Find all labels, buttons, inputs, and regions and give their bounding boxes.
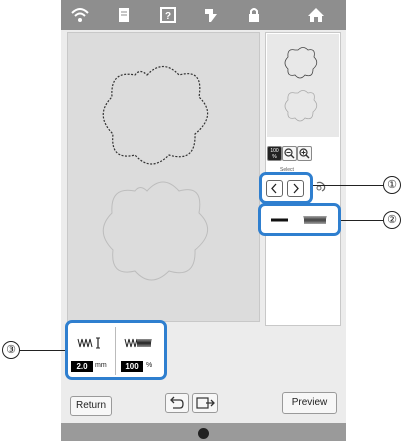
save-to-memory-button[interactable] bbox=[192, 393, 218, 413]
stitch-density-value[interactable]: 100 bbox=[121, 361, 143, 372]
thread-icon[interactable] bbox=[200, 5, 222, 25]
callout-1: ① bbox=[383, 176, 401, 194]
flower-outline-faded bbox=[102, 181, 208, 281]
stitch-width-value[interactable]: 2.0 bbox=[71, 361, 93, 372]
previous-button[interactable] bbox=[266, 180, 283, 197]
status-bar: ? bbox=[61, 0, 346, 30]
thumbnail-preview[interactable] bbox=[267, 34, 339, 137]
line-type-options bbox=[265, 210, 333, 229]
document-icon[interactable] bbox=[113, 5, 135, 25]
chevron-right-icon bbox=[293, 183, 299, 194]
home-indicator-icon[interactable] bbox=[198, 428, 209, 439]
select-navigation-panel bbox=[259, 172, 313, 204]
callout-3-leader bbox=[20, 350, 65, 351]
lock-icon[interactable] bbox=[243, 5, 265, 25]
chevron-left-icon bbox=[271, 183, 277, 194]
callout-3: ③ bbox=[2, 341, 20, 359]
stitch-settings-panel: 2.0 mm 100 % bbox=[65, 320, 167, 380]
preview-button[interactable]: Preview bbox=[282, 392, 337, 414]
return-button[interactable]: Return bbox=[70, 396, 112, 416]
zoom-in-icon bbox=[299, 148, 310, 159]
select-tool-icon[interactable] bbox=[314, 180, 328, 194]
flower-outline-selected bbox=[102, 65, 209, 165]
callout-1-leader bbox=[313, 185, 383, 186]
undo-button[interactable] bbox=[165, 393, 189, 413]
stitch-width-icon bbox=[77, 337, 100, 349]
callout-2-leader bbox=[341, 220, 383, 221]
zoom-in-button[interactable] bbox=[297, 146, 312, 161]
line-type-panel bbox=[258, 203, 341, 236]
next-button[interactable] bbox=[287, 180, 304, 197]
undo-icon bbox=[170, 396, 184, 409]
svg-text:?: ? bbox=[165, 11, 171, 22]
zoom-out-button[interactable] bbox=[282, 146, 297, 161]
zoom-out-icon bbox=[284, 148, 295, 159]
callout-2: ② bbox=[383, 211, 401, 229]
stitch-density-unit: % bbox=[146, 362, 153, 369]
panel-divider bbox=[115, 327, 116, 375]
home-icon[interactable] bbox=[305, 5, 327, 25]
flower-shapes bbox=[102, 65, 209, 281]
stitch-density-icon bbox=[124, 338, 152, 348]
help-icon[interactable]: ? bbox=[157, 5, 179, 25]
screen: ? 100 % Select 2.0 mm 100 % Return Previ… bbox=[61, 0, 346, 441]
wifi-icon[interactable] bbox=[69, 5, 91, 25]
zoom-100-label: 100 % bbox=[270, 148, 279, 160]
zoom-100-button[interactable]: 100 % bbox=[267, 146, 282, 161]
stitch-width-unit: mm bbox=[95, 362, 107, 369]
design-canvas[interactable] bbox=[67, 32, 260, 322]
memory-icon bbox=[196, 397, 215, 409]
